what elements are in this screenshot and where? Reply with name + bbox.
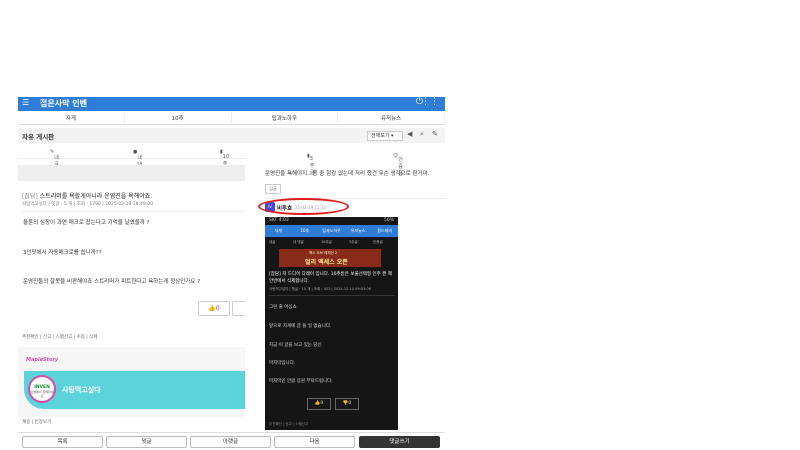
top-bar: ☰ 접은사막 인벤 ⏻ ⋮⋮ <box>18 97 445 111</box>
inven-logo-sub: 인벤배너 함께하세요 <box>30 390 54 398</box>
tab-news[interactable]: 유저뉴스 <box>338 113 445 124</box>
post-body-line: 3인팟에서 자동매크로를 씁니까?? <box>23 250 102 256</box>
right-actions: ▮ 3추글 ☺ 인증글 <box>245 150 445 177</box>
like-button[interactable]: 👍0 <box>198 301 230 316</box>
list-button[interactable]: 목록 <box>22 436 103 448</box>
comment-pane: ▮ 3추글 ☺ 인증글 운영진을 욕해야지.. 좀 중 험감 없는데 저리 했건… <box>245 147 445 430</box>
phone-dislike: 👎0 <box>335 398 359 410</box>
phone-tab: 유저뉴스 <box>350 228 366 233</box>
search-icon[interactable]: ⌕ <box>420 130 424 139</box>
filter-select-value: 전체보기 <box>371 133 390 139</box>
maplestory-logo: MapleStory <box>26 357 59 363</box>
my-posts-link[interactable]: ✎ 내글 <box>50 149 59 168</box>
post-footer-links[interactable]: 추천확인 | 신고 | 스팸신고 | 수정 | 삭제 <box>22 334 97 340</box>
phone-body-line: 그런 줄 아십쇼 <box>269 305 297 310</box>
next-button[interactable]: 다음 <box>274 436 355 448</box>
best10-link[interactable]: ▮ 10추글 <box>220 149 229 174</box>
divider <box>269 295 395 296</box>
phone-body-line: 마지막인 만큼 응원 부탁드립니다. <box>269 379 333 384</box>
reply-button[interactable]: 답글 <box>265 184 281 194</box>
phone-tab: 자게 <box>274 228 282 233</box>
phone-tab: 10추 <box>300 228 310 233</box>
phone-tab: 팁과노하우 <box>322 228 341 233</box>
banner-username: 사탕먹고싶다 <box>62 386 101 394</box>
phone-post-meta: 사탕먹고싶다 | 댓글 : 10 개 | 조회 : 403 | 2024-12-… <box>269 287 371 291</box>
post-tag: [잡담] <box>22 193 38 200</box>
nav-tabs: 자게 10추 팁과노하우 유저뉴스 <box>18 113 445 125</box>
speaker-icon[interactable]: ◀ <box>407 130 412 138</box>
write-comment-button[interactable]: 댓글쓰기 <box>359 436 440 448</box>
divider <box>22 211 245 212</box>
phone-body-line: 지금 이 글을 보고 있는 당신 <box>269 343 322 348</box>
phone-like-count: 0 <box>320 401 324 406</box>
phone-tab: 필드제비 <box>377 228 393 233</box>
next-post-button[interactable]: 아랫글 <box>190 436 271 448</box>
phone-body-line: 마지막입니다. <box>269 361 296 366</box>
phone-action: 내 댓글 <box>293 240 304 244</box>
phone-post-title: [잡담] 저 드디어 다레이 입니다. 10추받은 보물선택형 인주 캔 제안반… <box>269 272 392 284</box>
post-meta: 사탕먹고싶다 | 댓글 : 5 개 | 조회 : 1790 | 2025-02-… <box>22 202 153 207</box>
like-count: 0 <box>215 305 220 312</box>
popular-link[interactable]: ☺ 인증글 <box>393 153 403 177</box>
tab-best10[interactable]: 10추 <box>125 113 232 124</box>
my-comments-link[interactable]: ● 내 댓글 <box>133 149 142 175</box>
phone-tabs: 자게 10추 팁과노하우 유저뉴스 필드제비 <box>265 225 398 237</box>
bottom-nav: 목록 윗글 아랫글 다음 댓글쓰기 <box>18 432 445 450</box>
phone-action: 3추글 <box>349 240 358 244</box>
post-body-line: 운영진들의 잘못을 비판해야죠 스트리머가 피트한다고 욕하는게 정상인가요 ? <box>23 279 201 285</box>
grid-icon[interactable]: ⋮⋮ <box>421 97 439 107</box>
highlight-circle <box>258 198 349 215</box>
board-title: 자유 게시판 <box>22 133 55 141</box>
phone-ad-banner: 백스 오브 레지던 2 얼리 엑세스 오픈 <box>279 249 381 267</box>
signature-banner: MapleStory INVEN 인벤배너 함께하세요 사탕먹고싶다 <box>18 347 245 417</box>
signature-links[interactable]: 계승 | 인장보기 <box>22 419 51 425</box>
tab-free[interactable]: 자게 <box>18 113 125 124</box>
post-body-line: 율룬의 심장이 과연 매크로 잡는다고 기억을 날였을까 ? <box>23 220 150 226</box>
phone-like: 👍0 <box>307 398 331 410</box>
tab-tips[interactable]: 팁과노하우 <box>232 113 339 124</box>
phone-action: 내글 <box>269 240 276 244</box>
dislike-button[interactable] <box>232 301 245 316</box>
phone-body-line: 앞으로 자게에 글 쓸 일 없습니다. <box>269 324 332 329</box>
phone-dislike-count: 0 <box>348 401 352 406</box>
phone-ad-main: 얼리 엑세스 오픈 <box>305 259 348 266</box>
site-title[interactable]: 접은사막 인벤 <box>40 98 87 109</box>
phone-ad-top: 백스 오브 레지던 2 <box>309 251 338 255</box>
post-title-text: 스트리머를 욕할게아니라 운영진을 욕해야죠. <box>39 193 153 200</box>
post-title: [잡담] 스트리머를 욕할게아니라 운영진을 욕해야죠. <box>22 191 152 200</box>
board-bar: 자유 게시판 전체보기 ▾ ◀ ⌕ ✎ <box>18 128 445 143</box>
pencil-icon[interactable]: ✎ <box>432 130 438 138</box>
banner-stripe <box>24 371 245 409</box>
inven-logo: INVEN 인벤배너 함께하세요 <box>28 375 56 403</box>
phone-action: 인증글 <box>373 240 383 244</box>
phone-status-left: SKT 4:03 <box>269 218 289 223</box>
ad-placeholder <box>18 165 245 181</box>
post-pane: ✎ 내글 ● 내 댓글 ▮ 10추글 [잡담] 스트리머를 욕할게아니라 운영진… <box>18 144 245 450</box>
board-actions: ✎ 내글 ● 내 댓글 ▮ 10추글 <box>18 144 245 175</box>
phone-action: 10추글 <box>321 240 332 244</box>
best3-link[interactable]: ▮ 3추글 <box>307 153 314 176</box>
phone-footer: 추천확인 | 신고 | 스팸신고 <box>269 422 309 426</box>
phone-actions: 내글 내 댓글 10추글 3추글 인증글 <box>265 238 398 247</box>
phone-status-right: 50% <box>383 218 394 223</box>
menu-icon[interactable]: ☰ <box>22 98 29 107</box>
prev-post-button[interactable]: 윗글 <box>106 436 187 448</box>
filter-select[interactable]: 전체보기 ▾ <box>367 131 403 141</box>
comment-text: 운영진을 욕해야지.. 좀 중 험감 없는데 저리 했건 무슨 생각으로 판거여… <box>265 171 430 177</box>
phone-screenshot: SKT 4:03 50% 자게 10추 팁과노하우 유저뉴스 필드제비 내글 내… <box>265 217 398 430</box>
